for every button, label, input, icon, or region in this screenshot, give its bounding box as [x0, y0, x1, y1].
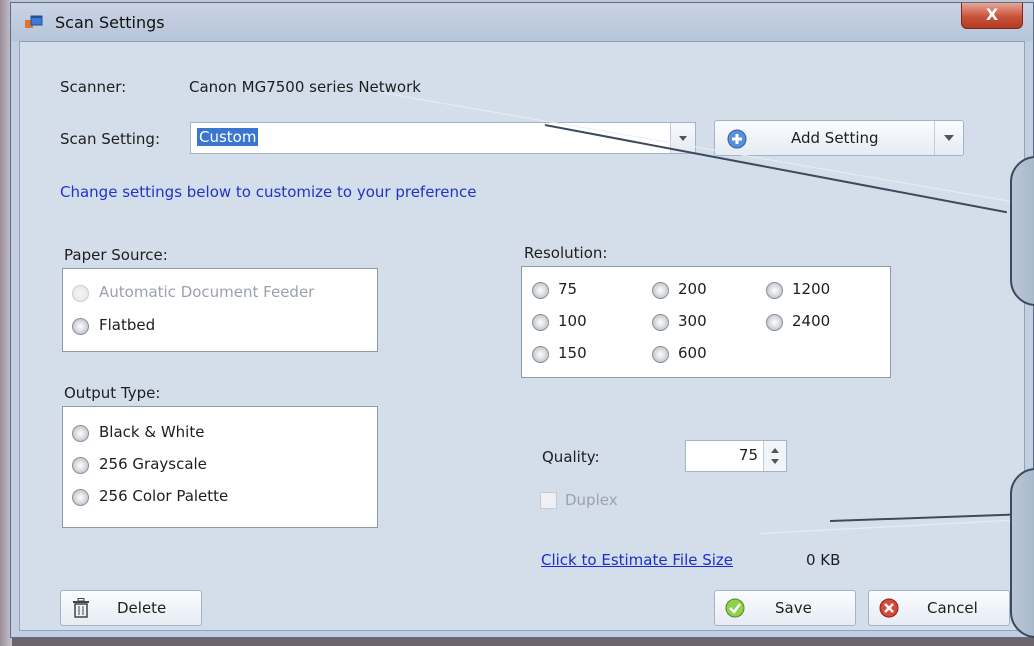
scan-setting-label: Scan Setting: — [60, 130, 160, 148]
radio-res-200[interactable] — [652, 282, 669, 299]
cancel-button[interactable]: Cancel — [868, 590, 1010, 626]
plus-circle-icon — [727, 129, 747, 149]
chevron-down-icon — [944, 135, 954, 141]
add-setting-dropdown[interactable] — [934, 121, 963, 155]
duplex-checkbox — [540, 492, 557, 509]
output-type-group: Black & White 256 Grayscale 256 Color Pa… — [62, 406, 378, 528]
radio-adf-label: Automatic Document Feeder — [99, 283, 315, 301]
output-type-label: Output Type: — [64, 384, 161, 402]
cancel-label: Cancel — [927, 599, 978, 617]
add-setting-label: Add Setting — [791, 129, 879, 147]
radio-res-600-label: 600 — [678, 344, 707, 362]
delete-label: Delete — [117, 599, 167, 617]
radio-res-300[interactable] — [652, 314, 669, 331]
callout-bubble-bottom — [1010, 468, 1034, 638]
hint-text: Change settings below to customize to yo… — [60, 183, 477, 201]
radio-res-150-label: 150 — [558, 344, 587, 362]
duplex-label: Duplex — [565, 491, 618, 509]
trash-icon — [73, 598, 89, 618]
radio-res-100-label: 100 — [558, 312, 587, 330]
resolution-label: Resolution: — [524, 244, 608, 262]
quality-stepper[interactable]: 75 — [685, 440, 787, 472]
radio-flatbed[interactable] — [72, 318, 89, 335]
radio-res-2400-label: 2400 — [792, 312, 831, 330]
dialog-body: Scanner: Canon MG7500 series Network Sca… — [19, 41, 1025, 631]
radio-256-grayscale[interactable] — [72, 457, 89, 474]
radio-res-2400[interactable] — [766, 314, 783, 331]
radio-256-color-label: 256 Color Palette — [99, 487, 229, 505]
close-button[interactable]: X — [961, 3, 1023, 29]
chevron-down-icon[interactable] — [771, 459, 779, 464]
quality-label: Quality: — [542, 448, 600, 466]
radio-res-300-label: 300 — [678, 312, 707, 330]
file-size-value: 0 KB — [806, 551, 841, 569]
stepper-buttons[interactable] — [763, 441, 786, 471]
radio-black-white-label: Black & White — [99, 423, 205, 441]
add-setting-button[interactable]: Add Setting — [714, 120, 964, 156]
radio-res-150[interactable] — [532, 346, 549, 363]
app-window-icon — [25, 15, 43, 28]
radio-res-200-label: 200 — [678, 280, 707, 298]
radio-res-1200-label: 1200 — [792, 280, 831, 298]
check-circle-icon — [725, 598, 745, 618]
cancel-x-icon — [879, 598, 899, 618]
resolution-group: 75 100 150 200 300 600 1200 2400 — [521, 266, 891, 378]
paper-source-label: Paper Source: — [64, 246, 168, 264]
callout-bubble-top — [1010, 156, 1034, 306]
quality-value: 75 — [738, 446, 758, 464]
radio-adf — [72, 285, 89, 302]
save-label: Save — [775, 599, 812, 617]
estimate-file-size-link[interactable]: Click to Estimate File Size — [541, 551, 733, 569]
chevron-up-icon[interactable] — [771, 448, 779, 453]
paper-source-group: Automatic Document Feeder Flatbed — [62, 268, 378, 352]
radio-res-600[interactable] — [652, 346, 669, 363]
scan-settings-window: Scan Settings X Scanner: Canon MG7500 se… — [10, 2, 1034, 638]
scanner-label: Scanner: — [60, 78, 127, 96]
radio-res-75[interactable] — [532, 282, 549, 299]
title-bar: Scan Settings X — [11, 3, 1033, 41]
scan-setting-value: Custom — [197, 128, 259, 146]
window-title: Scan Settings — [55, 13, 165, 32]
radio-256-color[interactable] — [72, 489, 89, 506]
radio-black-white[interactable] — [72, 425, 89, 442]
save-button[interactable]: Save — [714, 590, 856, 626]
delete-button[interactable]: Delete — [60, 590, 202, 626]
radio-res-1200[interactable] — [766, 282, 783, 299]
radio-res-100[interactable] — [532, 314, 549, 331]
radio-res-75-label: 75 — [558, 280, 578, 298]
radio-flatbed-label: Flatbed — [99, 316, 156, 334]
radio-256-grayscale-label: 256 Grayscale — [99, 455, 207, 473]
